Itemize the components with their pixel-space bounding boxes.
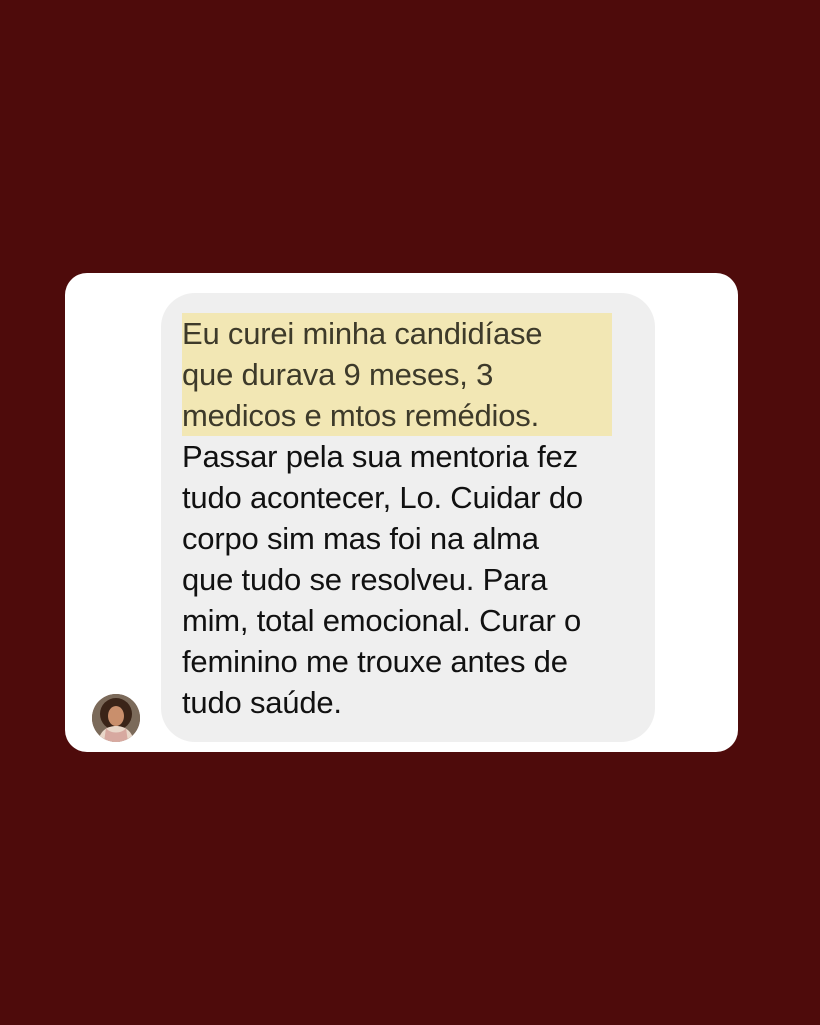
message-text: Eu curei minha candidíase que durava 9 m…: [182, 313, 633, 723]
message-line: que tudo se resolveu. Para: [182, 562, 548, 597]
sender-avatar[interactable]: [92, 694, 140, 742]
message-line: tudo saúde.: [182, 685, 342, 720]
message-line: tudo acontecer, Lo. Cuidar do: [182, 480, 583, 515]
highlighted-text: Eu curei minha candidíase que durava 9 m…: [182, 313, 612, 436]
message-line: mim, total emocional. Curar o: [182, 603, 582, 638]
message-line: Eu curei minha candidíase: [182, 313, 612, 354]
message-line: corpo sim mas foi na alma: [182, 521, 539, 556]
profile-photo-icon: [92, 694, 140, 742]
message-card: Eu curei minha candidíase que durava 9 m…: [65, 273, 738, 752]
message-line: que durava 9 meses, 3: [182, 354, 612, 395]
message-line: feminino me trouxe antes de: [182, 644, 568, 679]
message-bubble[interactable]: Eu curei minha candidíase que durava 9 m…: [161, 293, 655, 742]
message-line: medicos e mtos remédios.: [182, 395, 612, 436]
message-line: Passar pela sua mentoria fez: [182, 439, 578, 474]
